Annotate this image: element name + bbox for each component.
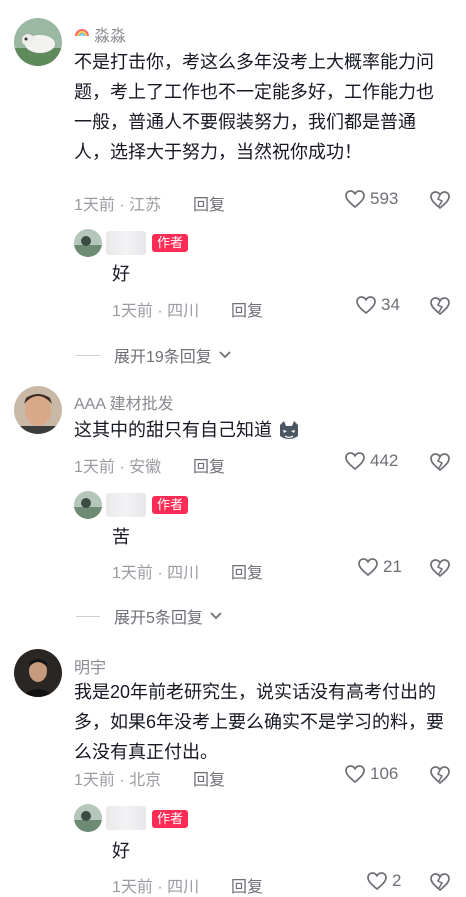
comment-item: 明宇 我是20年前老研究生，说实话没有高考付出的多，如果6年没考上要么确实不是学…	[0, 640, 466, 897]
heart-outline-icon	[345, 765, 365, 784]
reply-button[interactable]: 回复	[231, 297, 263, 321]
author-badge: 作者	[152, 810, 189, 828]
reply-username-blurred	[106, 806, 146, 830]
comment-time-location: 1天前 · 北京	[74, 772, 162, 789]
expand-replies-label: 展开19条回复	[114, 349, 212, 366]
like-button[interactable]: 34	[355, 295, 400, 315]
reply-button[interactable]: 回复	[193, 191, 225, 215]
reply-avatar[interactable]	[74, 804, 102, 832]
comment-text-content: 这其中的甜只有自己知道	[74, 420, 272, 440]
comment-item: AAA 建材批发 这其中的甜只有自己知道 1天前 · 安徽 回复 442 作者 …	[0, 376, 466, 628]
like-count: 593	[370, 189, 399, 208]
like-count: 442	[370, 451, 399, 470]
comment-item: 淼淼 不是打击你，考这么多年没考上大概率能力问题，考上了工作也不一定能多好，工作…	[0, 0, 466, 366]
like-count: 21	[383, 557, 402, 576]
broken-heart-icon[interactable]	[429, 190, 451, 210]
chevron-down-icon	[219, 351, 231, 359]
heart-outline-icon	[345, 452, 365, 471]
expand-replies-button[interactable]: 展开5条回复	[76, 604, 223, 628]
reply-button[interactable]: 回复	[193, 453, 225, 477]
divider-line	[76, 615, 100, 617]
rainbow-icon	[74, 22, 90, 38]
divider-line	[76, 354, 100, 356]
like-button[interactable]: 593	[344, 189, 398, 209]
reply-avatar[interactable]	[74, 229, 102, 257]
broken-heart-icon[interactable]	[429, 296, 451, 316]
heart-outline-icon	[356, 296, 376, 315]
expand-replies-button[interactable]: 展开19条回复	[76, 343, 232, 367]
heart-outline-icon	[345, 190, 365, 209]
username[interactable]: 明宇	[74, 654, 106, 678]
chevron-down-icon	[210, 612, 222, 620]
avatar[interactable]	[14, 649, 62, 697]
expand-replies-label: 展开5条回复	[114, 610, 203, 627]
avatar[interactable]	[14, 386, 62, 434]
heart-outline-icon	[358, 558, 378, 577]
reply-text: 苦	[112, 527, 130, 547]
like-count: 2	[392, 871, 402, 890]
comment-text: 不是打击你，考这么多年没考上大概率能力问题，考上了工作也不一定能多好，工作能力也…	[74, 52, 434, 162]
cat-face-emoji	[277, 419, 301, 443]
reply-username-blurred	[106, 231, 146, 255]
like-count: 34	[381, 295, 400, 314]
broken-heart-icon[interactable]	[429, 872, 451, 892]
broken-heart-icon[interactable]	[429, 558, 451, 578]
reply-button[interactable]: 回复	[231, 559, 263, 583]
author-badge: 作者	[152, 496, 189, 514]
like-button[interactable]: 442	[344, 451, 398, 471]
comment-time-location: 1天前 · 江苏	[74, 197, 162, 214]
reply-button[interactable]: 回复	[193, 766, 225, 790]
like-button[interactable]: 21	[357, 557, 402, 577]
like-button[interactable]: 2	[366, 871, 401, 891]
username[interactable]: 淼淼	[94, 22, 126, 46]
comment-text: 我是20年前老研究生，说实话没有高考付出的多，如果6年没考上要么确实不是学习的料…	[74, 682, 445, 762]
author-badge: 作者	[152, 234, 189, 252]
reply-time-location: 1天前 · 四川	[112, 565, 200, 582]
username[interactable]: AAA 建材批发	[74, 390, 174, 414]
broken-heart-icon[interactable]	[429, 765, 451, 785]
comment-text: 这其中的甜只有自己知道	[74, 415, 450, 445]
like-button[interactable]: 106	[344, 764, 398, 784]
reply-username-blurred	[106, 493, 146, 517]
reply-avatar[interactable]	[74, 491, 102, 519]
like-count: 106	[370, 764, 399, 783]
comment-time-location: 1天前 · 安徽	[74, 459, 162, 476]
reply-time-location: 1天前 · 四川	[112, 879, 200, 896]
reply-button[interactable]: 回复	[231, 873, 263, 897]
heart-outline-icon	[367, 872, 387, 891]
reply-text: 好	[112, 841, 130, 861]
avatar[interactable]	[14, 18, 62, 66]
broken-heart-icon[interactable]	[429, 452, 451, 472]
reply-time-location: 1天前 · 四川	[112, 303, 200, 320]
reply-text: 好	[112, 264, 130, 284]
